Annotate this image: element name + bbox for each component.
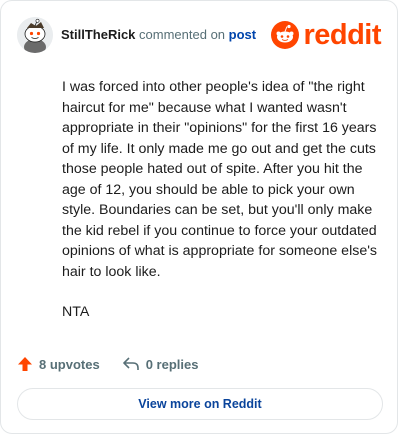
upvote-arrow-icon bbox=[18, 357, 32, 371]
comment-paragraph: I was forced into other people's idea of… bbox=[62, 79, 378, 280]
reply-arrow-icon bbox=[122, 357, 139, 370]
reply-count: 0 replies bbox=[145, 356, 199, 372]
reddit-logo[interactable]: reddit bbox=[271, 19, 381, 51]
comment-card: StillTheRick commented on post reddit I … bbox=[0, 0, 398, 434]
commented-on-text: commented on bbox=[139, 27, 226, 42]
view-more-button[interactable]: View more on Reddit bbox=[17, 388, 383, 420]
reddit-wordmark: reddit bbox=[303, 19, 381, 51]
upvote-button[interactable]: 8 upvotes bbox=[17, 356, 100, 372]
username[interactable]: StillTheRick bbox=[61, 27, 135, 42]
post-link[interactable]: post bbox=[229, 27, 256, 42]
byline: StillTheRick commented on post bbox=[61, 27, 256, 42]
reddit-logo-icon bbox=[271, 21, 300, 49]
comment-body: I was forced into other people's idea of… bbox=[62, 77, 384, 343]
comment-actions: 8 upvotes 0 replies bbox=[17, 353, 198, 375]
comment-header: StillTheRick commented on post reddit bbox=[17, 17, 381, 53]
comment-paragraph: NTA bbox=[62, 304, 90, 320]
snoo-avatar-icon bbox=[17, 17, 53, 53]
upvote-count: 8 upvotes bbox=[39, 356, 100, 372]
reply-button[interactable]: 0 replies bbox=[122, 356, 199, 372]
avatar[interactable] bbox=[17, 17, 53, 53]
